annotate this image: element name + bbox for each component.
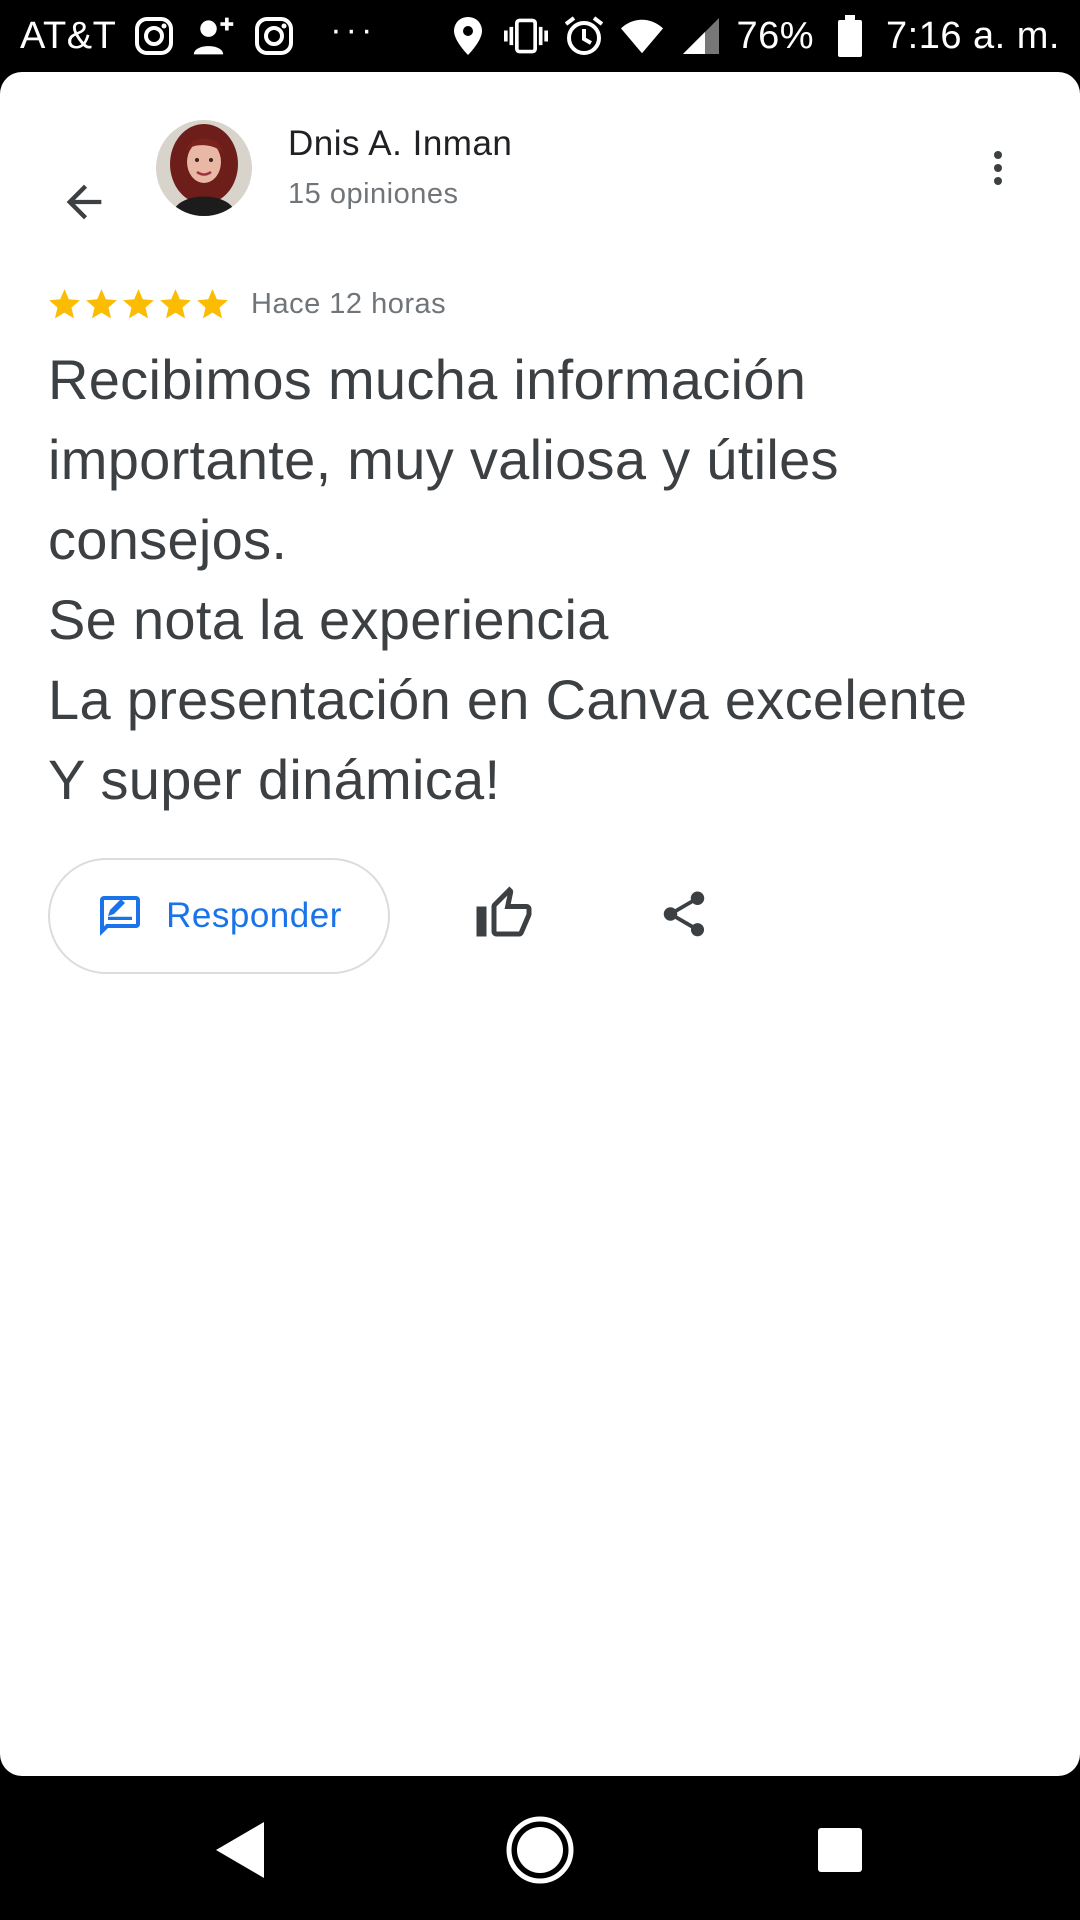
nav-recents-button[interactable] — [800, 1810, 880, 1890]
reply-button[interactable]: Responder — [48, 858, 390, 974]
star-icon — [123, 288, 154, 318]
share-button[interactable] — [648, 878, 720, 950]
thumb-up-icon — [476, 886, 532, 937]
review-text-line: importante, muy valiosa y útiles — [48, 428, 839, 491]
alarm-icon — [562, 14, 606, 58]
review-card: Dnis A. Inman 15 opiniones Hace 12 horas… — [0, 72, 1080, 1776]
nav-home-button[interactable] — [500, 1810, 580, 1890]
status-bar: AT&T ··· 76% 7:16 a. m. — [0, 0, 1080, 72]
reviewer-name[interactable]: Dnis A. Inman — [288, 124, 512, 164]
add-person-icon — [192, 14, 236, 58]
star-icon — [160, 288, 191, 318]
location-icon — [446, 14, 490, 58]
review-text-line: La presentación en Canva excelente — [48, 668, 968, 731]
vibrate-icon — [504, 14, 549, 58]
battery-percent: 76% — [736, 14, 815, 57]
nav-back-button[interactable] — [200, 1810, 280, 1890]
review-text: Recibimos mucha información importante, m… — [48, 340, 1048, 820]
share-icon — [663, 891, 705, 937]
rating-row: Hace 12 horas — [46, 282, 446, 326]
clock: 7:16 a. m. — [886, 14, 1060, 57]
status-left: AT&T ··· — [20, 10, 394, 58]
nav-home-icon — [506, 1816, 574, 1884]
reply-label: Responder — [166, 896, 342, 935]
reviewer-reviews-count: 15 opiniones — [288, 178, 459, 210]
rate-review-icon — [100, 896, 141, 936]
instagram-icon — [252, 14, 296, 58]
review-text-line: Se nota la experiencia — [48, 588, 609, 651]
star-icon — [49, 288, 80, 318]
instagram-icon — [132, 14, 176, 58]
review-text-line: Y super dinámica! — [48, 748, 501, 811]
nav-back-icon — [216, 1822, 264, 1878]
star-icon — [86, 288, 117, 318]
wifi-icon — [620, 14, 664, 58]
avatar[interactable] — [156, 120, 252, 216]
more-options-button[interactable] — [962, 132, 1034, 204]
signal-icon — [678, 14, 722, 58]
system-nav-bar — [0, 1776, 1080, 1920]
more-notifications-icon: ··· — [330, 10, 377, 49]
review-text-line: Recibimos mucha información — [48, 348, 807, 411]
battery-icon — [828, 14, 872, 58]
carrier-label: AT&T — [20, 14, 117, 57]
review-actions: Responder — [48, 856, 705, 976]
review-time: Hace 12 horas — [251, 287, 447, 320]
nav-recents-icon — [818, 1828, 862, 1872]
like-button[interactable] — [468, 878, 540, 950]
review-text-line: consejos. — [48, 508, 288, 571]
more-vert-icon — [994, 151, 1002, 185]
status-right: 76% 7:16 a. m. — [446, 14, 1060, 58]
star-rating — [46, 286, 231, 323]
arrow-back-icon — [66, 184, 102, 220]
back-button[interactable] — [48, 166, 120, 238]
star-icon — [197, 288, 228, 318]
